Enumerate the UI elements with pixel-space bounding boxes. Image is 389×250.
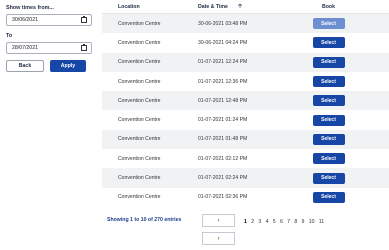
table-row: Convention Centre 01-07-2021 02:36 PM Sele… [102, 188, 389, 207]
location-cell: Convention Centre [118, 78, 161, 85]
book-cell: Select [306, 133, 351, 145]
book-cell: Select [306, 56, 351, 68]
datetime-cell: 01-07-2021 02:12 PM [198, 155, 248, 162]
select-button[interactable]: Select [312, 37, 345, 49]
datetime-cell: 01-07-2021 01:24 PM [198, 117, 248, 124]
select-button[interactable]: Select [312, 76, 345, 88]
book-header: Book [322, 3, 335, 10]
book-cell: Select [306, 18, 351, 30]
page-number-link[interactable]: 5 [273, 219, 276, 225]
location-cell: Convention Centre [118, 194, 161, 201]
calendar-icon[interactable] [81, 43, 87, 51]
select-button[interactable]: Select [312, 133, 345, 145]
table-row: Convention Centre 01-07-2021 12:24 PM Sele… [102, 52, 389, 72]
page-number-link[interactable]: 9 [302, 219, 305, 225]
next-page-button[interactable]: › [202, 232, 235, 245]
select-button[interactable]: Select [312, 95, 345, 107]
book-cell: Select [306, 114, 351, 126]
table-row: Convention Centre 01-07-2021 01:24 PM Sele… [102, 110, 389, 129]
location-cell: Convention Centre [118, 59, 161, 66]
pagination-info: Showing 1 to 10 of 270 entries [107, 217, 182, 223]
to-date-value: 28/07/2021 [12, 45, 38, 51]
select-button[interactable]: Select [312, 114, 345, 126]
page-number-link[interactable]: 8 [294, 219, 297, 225]
back-button[interactable]: Back [6, 60, 44, 72]
datetime-header[interactable]: Date & Time 🡡 [198, 4, 306, 10]
table-header: Location Date & Time 🡡 Book [102, 0, 389, 14]
apply-button[interactable]: Apply [50, 60, 86, 72]
page-number-link[interactable]: 10 [309, 219, 315, 225]
table-row: Convention Centre 01-07-2021 12:48 PM Sele… [102, 91, 389, 111]
location-cell: Convention Centre [118, 175, 161, 182]
location-cell: Convention Centre [118, 155, 161, 162]
select-button[interactable]: Select [312, 18, 345, 30]
to-date-input[interactable]: 28/07/2021 [6, 42, 92, 54]
location-cell: Convention Centre [118, 117, 161, 124]
page-number-link[interactable]: 7 [287, 219, 290, 225]
table-row: Convention Centre 01-07-2021 02:12 PM Sele… [102, 149, 389, 168]
calendar-icon[interactable] [81, 15, 87, 23]
datetime-cell: 01-07-2021 12:24 PM [198, 59, 248, 66]
book-cell: Select [306, 76, 351, 88]
from-date-value: 30/06/2021 [12, 17, 38, 23]
datetime-cell: 01-07-2021 12:36 PM [198, 78, 248, 85]
book-cell: Select [306, 153, 351, 165]
datetime-cell: 30-06-2021 04:24 PM [198, 39, 248, 46]
book-cell: Select [306, 95, 351, 107]
location-cell: Convention Centre [118, 39, 161, 46]
to-label: To [6, 33, 13, 39]
table-row: Convention Centre 01-07-2021 01:48 PM Sele… [102, 129, 389, 150]
datetime-header-label: Date & Time [198, 3, 228, 10]
table-row: Convention Centre 30-06-2021 04:24 PM Sele… [102, 33, 389, 52]
date-filter-panel: Show times from... 30/06/2021 To 28/07/2… [6, 4, 92, 72]
appointments-table: Location Date & Time 🡡 Book Convention C… [102, 0, 389, 207]
select-button[interactable]: Select [312, 153, 345, 165]
page-number-link[interactable]: 4 [266, 219, 269, 225]
page-number-link[interactable]: 2 [251, 219, 254, 225]
page-number-link[interactable]: 1 [244, 219, 247, 225]
location-header[interactable]: Location [102, 4, 198, 10]
table-row: Convention Centre 01-07-2021 12:36 PM Sele… [102, 72, 389, 91]
table-row: Convention Centre 01-07-2021 02:24 PM Sele… [102, 168, 389, 188]
sort-ascending-icon[interactable]: 🡡 [238, 4, 242, 10]
from-date-input[interactable]: 30/06/2021 [6, 14, 92, 26]
previous-page-button[interactable]: ‹ [202, 214, 235, 227]
from-label: Show times from... [6, 5, 54, 11]
datetime-cell: 01-07-2021 02:36 PM [198, 194, 248, 201]
select-button[interactable]: Select [312, 191, 345, 203]
select-button[interactable]: Select [312, 172, 345, 184]
page-number-link[interactable]: 6 [280, 219, 283, 225]
select-button[interactable]: Select [312, 56, 345, 68]
datetime-cell: 30-06-2021 03:48 PM [198, 20, 248, 27]
page-number-link[interactable]: 11 [319, 219, 324, 225]
page-number-link[interactable]: 3 [258, 219, 261, 225]
table-row: Convention Centre 30-06-2021 03:48 PM Sele… [102, 14, 389, 34]
book-cell: Select [306, 37, 351, 49]
book-cell: Select [306, 172, 351, 184]
location-cell: Convention Centre [118, 97, 161, 104]
datetime-cell: 01-07-2021 02:24 PM [198, 175, 248, 182]
datetime-cell: 01-07-2021 01:48 PM [198, 136, 248, 143]
table-body: Convention Centre 30-06-2021 03:48 PM Sele… [102, 14, 389, 207]
book-cell: Select [306, 191, 351, 203]
datetime-cell: 01-07-2021 12:48 PM [198, 97, 248, 104]
location-cell: Convention Centre [118, 20, 161, 27]
page-numbers: 1 2 3 4 5 6 7 8 9 10 11 [244, 219, 324, 225]
location-cell: Convention Centre [118, 136, 161, 143]
filter-actions: Back Apply [6, 60, 92, 72]
